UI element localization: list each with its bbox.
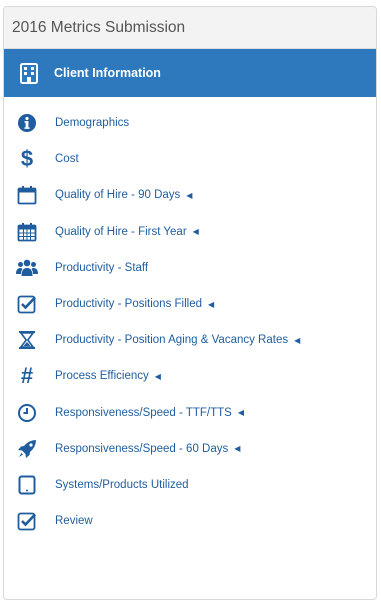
menu-item-productivity-staff[interactable]: Productivity - Staff [4, 250, 376, 286]
hourglass-icon [15, 328, 39, 352]
caret-left-icon: ◀ [234, 444, 241, 454]
calendar-icon [15, 220, 39, 244]
menu-item-review[interactable]: Review [4, 503, 376, 539]
menu-item-quality-of-hire-first-year[interactable]: Quality of Hire - First Year ◀ [4, 214, 376, 250]
menu-item-label: Responsiveness/Speed - TTF/TTS [55, 406, 232, 419]
dollar-icon: $ [20, 146, 34, 172]
caret-left-icon: ◀ [208, 299, 215, 309]
menu-item-productivity-position-aging[interactable]: Productivity - Position Aging & Vacancy … [4, 322, 376, 358]
menu-item-responsiveness-60-days[interactable]: Responsiveness/Speed - 60 Days ◀ [4, 431, 376, 467]
menu-item-label: Responsiveness/Speed - 60 Days [55, 442, 229, 455]
menu-item-systems-products[interactable]: Systems/Products Utilized [4, 467, 376, 503]
menu-item-label: Systems/Products Utilized [55, 478, 189, 491]
menu-item-process-efficiency[interactable]: # Process Efficiency ◀ [4, 358, 376, 394]
menu-item-demographics[interactable]: Demographics [4, 105, 376, 141]
caret-left-icon: ◀ [186, 190, 193, 200]
menu-item-label: Process Efficiency [55, 370, 149, 383]
metrics-menu: Demographics $ Cost Quality of Hire - 90… [4, 97, 376, 539]
check-square-icon [15, 509, 39, 533]
menu-item-label: Quality of Hire - First Year [55, 225, 187, 238]
menu-item-productivity-positions-filled[interactable]: Productivity - Positions Filled ◀ [4, 286, 376, 322]
users-icon [15, 256, 39, 280]
menu-item-responsiveness-ttf-tts[interactable]: Responsiveness/Speed - TTF/TTS ◀ [4, 395, 376, 431]
menu-item-label: Demographics [55, 117, 130, 130]
hashtag-icon: # [20, 363, 34, 389]
menu-item-client-information[interactable]: Client Information [4, 49, 376, 97]
panel-title: 2016 Metrics Submission [4, 7, 376, 49]
building-icon [16, 60, 42, 86]
menu-item-quality-of-hire-90-days[interactable]: Quality of Hire - 90 Days ◀ [4, 177, 376, 213]
menu-item-cost[interactable]: $ Cost [4, 141, 376, 177]
menu-item-label: Productivity - Position Aging & Vacancy … [55, 334, 289, 347]
rocket-icon [15, 437, 39, 461]
caret-left-icon: ◀ [192, 227, 199, 237]
clock-icon [15, 401, 39, 425]
menu-item-label: Review [55, 515, 93, 528]
metrics-nav-panel: 2016 Metrics Submission Client Informati… [3, 6, 377, 600]
caret-left-icon: ◀ [154, 371, 161, 381]
menu-item-label: Client Information [54, 66, 161, 80]
menu-item-label: Quality of Hire - 90 Days [55, 189, 181, 202]
caret-left-icon: ◀ [294, 335, 301, 345]
tablet-icon [15, 473, 39, 497]
info-circle-icon [15, 111, 39, 135]
check-square-icon [15, 292, 39, 316]
caret-left-icon: ◀ [237, 408, 244, 418]
menu-item-label: Productivity - Staff [55, 261, 149, 274]
calendar-empty-icon [15, 183, 39, 207]
menu-item-label: Productivity - Positions Filled [55, 298, 202, 311]
menu-item-label: Cost [55, 153, 79, 166]
